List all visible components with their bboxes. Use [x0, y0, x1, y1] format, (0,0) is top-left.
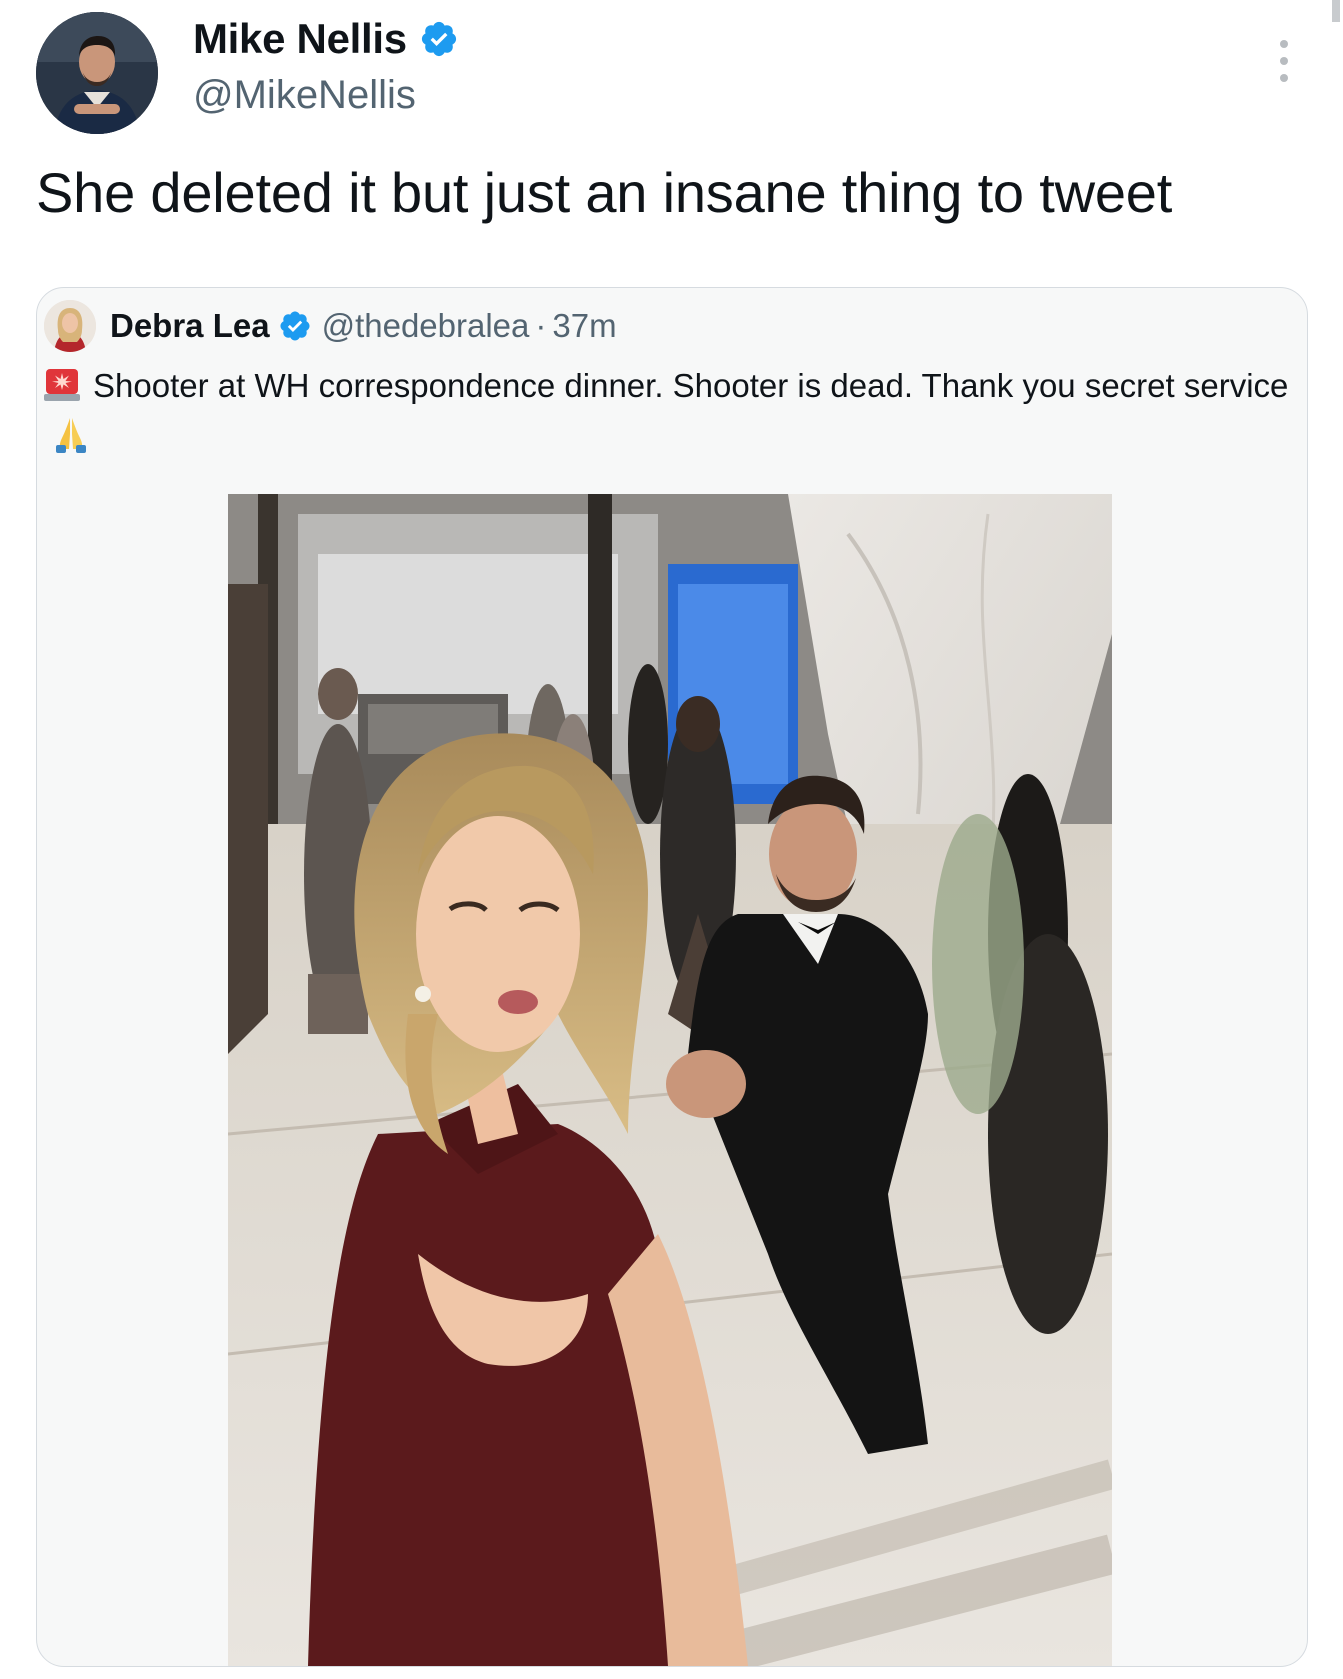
quoted-tweet-text-block: Shooter at WH correspondence dinner. Sho…: [43, 362, 1293, 456]
selfie-photo-icon: [228, 494, 1112, 1666]
profile-photo-icon: [36, 12, 158, 134]
author-name-row: Mike Nellis: [193, 14, 459, 64]
siren-emoji-icon: [44, 369, 80, 401]
quoted-author-display-name[interactable]: Debra Lea: [110, 307, 270, 345]
scrollbar-thumb[interactable]: [1332, 0, 1340, 22]
more-dot: [1280, 57, 1288, 65]
header-separator: ·: [535, 307, 547, 344]
folded-hands-emoji-icon: [56, 418, 86, 453]
quoted-tweet-text: Shooter at WH correspondence dinner. Sho…: [93, 367, 1289, 404]
author-handle[interactable]: @MikeNellis: [193, 73, 416, 118]
verified-badge-icon: [280, 311, 310, 341]
more-dot: [1280, 40, 1288, 48]
author-avatar[interactable]: [36, 12, 158, 134]
more-dot: [1280, 74, 1288, 82]
quoted-tweet-timestamp[interactable]: 37m: [552, 307, 616, 345]
tweet: Mike Nellis @MikeNellis She deleted it b…: [0, 0, 1343, 1679]
quoted-tweet-header: Debra Lea @thedebralea · 37m: [110, 304, 617, 348]
quoted-tweet-card[interactable]: Debra Lea @thedebralea · 37m Shooter at …: [36, 287, 1308, 1667]
quoted-author-avatar[interactable]: [44, 300, 96, 352]
author-display-name[interactable]: Mike Nellis: [193, 15, 407, 63]
tweet-text: She deleted it but just an insane thing …: [36, 161, 1173, 224]
verified-badge-icon: [421, 21, 456, 57]
quoted-author-handle[interactable]: @thedebralea: [322, 307, 530, 345]
quoted-tweet-photo[interactable]: [228, 494, 1112, 1666]
profile-photo-icon: [44, 300, 96, 352]
more-options-icon[interactable]: [1274, 40, 1294, 82]
